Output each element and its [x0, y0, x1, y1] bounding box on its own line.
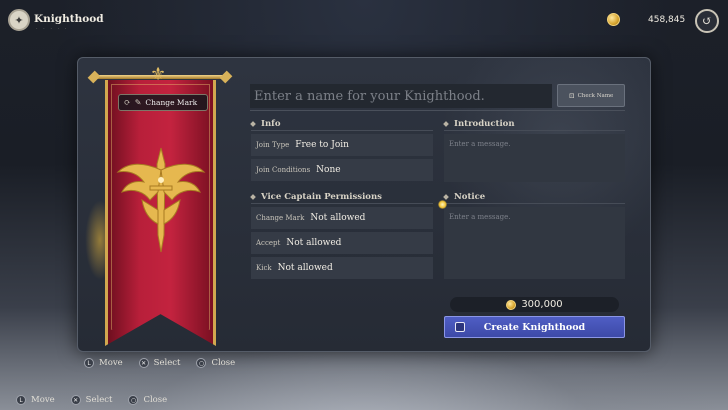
square-button-icon: [455, 322, 465, 332]
hint-close-label: Close: [211, 358, 236, 368]
pencil-icon: ✎: [134, 98, 142, 107]
check-name-label: Check Name: [577, 92, 614, 99]
introduction-title: Introduction: [454, 119, 515, 129]
create-knighthood-button[interactable]: Create Knighthood: [444, 316, 625, 338]
check-name-button[interactable]: ⊡ Check Name: [557, 84, 625, 107]
screen-title: Knighthood: [34, 13, 104, 25]
diamond-bullet-icon: [250, 194, 256, 200]
cross-button-icon: ✕: [138, 358, 149, 368]
knighthood-crest-icon: ✦: [8, 9, 30, 31]
permission-change-mark-value: Not allowed: [310, 213, 366, 223]
join-type-value: Free to Join: [295, 140, 349, 150]
join-conditions-row[interactable]: Join Conditions None: [251, 159, 433, 181]
permission-kick-value: Not allowed: [277, 263, 333, 273]
knighthood-name-input[interactable]: [250, 84, 552, 108]
hint-select: ✕ Select: [138, 358, 181, 368]
hint-select-label: Select: [153, 358, 181, 368]
cross-button-icon: ✕: [70, 395, 81, 405]
l-stick-icon: L: [16, 395, 26, 405]
circle-button-icon: ○: [196, 358, 207, 368]
permissions-title: Vice Captain Permissions: [261, 192, 382, 202]
notice-textarea[interactable]: Enter a message.: [444, 207, 625, 279]
join-type-row[interactable]: Join Type Free to Join: [251, 134, 433, 156]
hint-close-label: Close: [143, 395, 168, 405]
screen-subtitle-decoration: · · · · ·: [36, 26, 69, 32]
permission-kick-label: Kick: [256, 264, 272, 272]
name-underline: [250, 110, 625, 111]
notice-title: Notice: [454, 192, 486, 202]
top-bar: ✦ Knighthood · · · · · 458,845 ↺: [0, 0, 728, 40]
hint-move: L Move: [16, 395, 55, 405]
permission-accept-value: Not allowed: [286, 238, 342, 248]
gold-coin-icon: [607, 13, 620, 26]
info-title: Info: [261, 119, 281, 129]
introduction-placeholder: Enter a message.: [449, 140, 511, 148]
permissions-section-header: Vice Captain Permissions: [250, 192, 382, 202]
notice-divider: [444, 203, 625, 204]
hint-close: ○ Close: [196, 358, 235, 368]
inner-control-hints: L Move ✕ Select ○ Close: [84, 358, 251, 368]
permission-change-mark-row[interactable]: Change Mark Not allowed: [251, 207, 433, 229]
hint-move-label: Move: [99, 358, 123, 368]
info-section-header: Info: [250, 119, 281, 129]
hint-move: L Move: [84, 358, 123, 368]
join-conditions-label: Join Conditions: [256, 166, 311, 174]
back-icon: ↺: [701, 14, 713, 28]
permissions-divider: [251, 203, 433, 204]
refresh-icon: ⟳: [124, 98, 131, 107]
creation-cost: 300,000: [450, 297, 619, 312]
diamond-bullet-icon: [250, 121, 256, 127]
introduction-divider: [444, 130, 625, 131]
introduction-textarea[interactable]: Enter a message.: [444, 134, 625, 182]
permission-accept-label: Accept: [256, 239, 281, 247]
l-stick-icon: L: [84, 358, 94, 368]
permission-accept-row[interactable]: Accept Not allowed: [251, 232, 433, 254]
join-type-label: Join Type: [256, 141, 290, 149]
sword-wings-emblem-icon: [116, 147, 206, 253]
notice-placeholder: Enter a message.: [449, 213, 511, 221]
change-mark-label: Change Mark: [145, 98, 198, 107]
change-mark-button[interactable]: ⟳ ✎ Change Mark: [118, 94, 208, 111]
permission-kick-row[interactable]: Kick Not allowed: [251, 257, 433, 279]
check-name-icon: ⊡: [568, 91, 575, 100]
notice-section-header: Notice: [443, 192, 486, 202]
diamond-bullet-icon: [443, 121, 449, 127]
introduction-section-header: Introduction: [443, 119, 515, 129]
hint-move-label: Move: [31, 395, 55, 405]
circle-button-icon: ○: [128, 395, 139, 405]
hint-select: ✕ Select: [70, 395, 113, 405]
hint-close: ○ Close: [128, 395, 167, 405]
gold-coin-icon: [506, 299, 517, 310]
gold-amount: 458,845: [648, 15, 686, 25]
join-conditions-value: None: [316, 165, 341, 175]
diamond-bullet-icon: [443, 194, 449, 200]
hint-select-label: Select: [85, 395, 113, 405]
create-knighthood-label: Create Knighthood: [483, 321, 586, 333]
back-button[interactable]: ↺: [695, 9, 719, 33]
creation-cost-value: 300,000: [521, 299, 563, 310]
cursor-sparkle: [438, 200, 447, 209]
permission-change-mark-label: Change Mark: [256, 214, 305, 222]
outer-control-hints: L Move ✕ Select ○ Close: [16, 395, 183, 405]
info-divider: [251, 130, 433, 131]
